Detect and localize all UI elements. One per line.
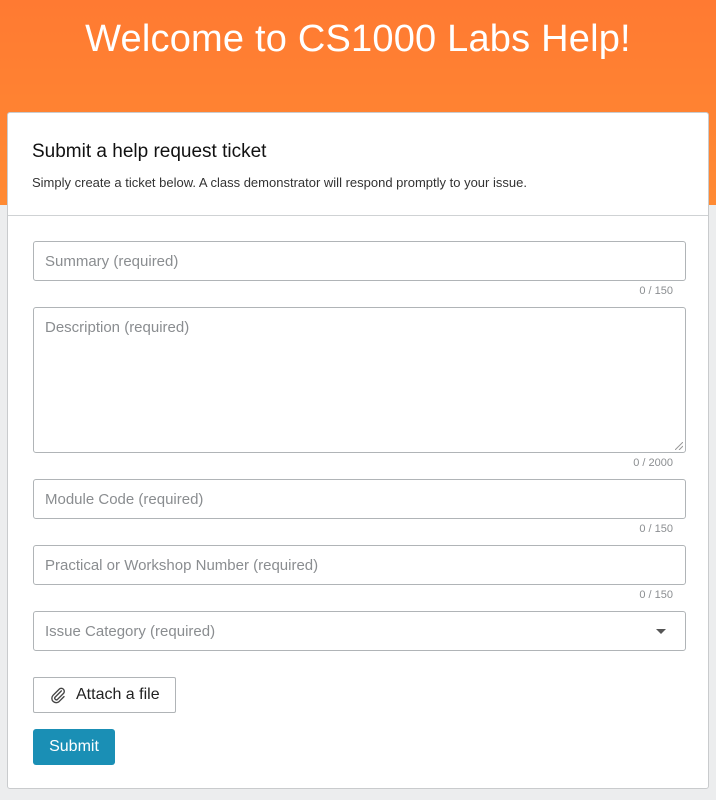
practical-number-placeholder: Practical or Workshop Number (required): [45, 557, 319, 574]
module-code-input[interactable]: Module Code (required): [33, 479, 686, 519]
ticket-form-card: Submit a help request ticket Simply crea…: [7, 112, 709, 789]
form-title: Submit a help request ticket: [32, 141, 267, 162]
page-title: Welcome to CS1000 Labs Help!: [85, 18, 631, 60]
issue-category-placeholder: Issue Category (required): [45, 623, 216, 640]
attach-file-label: Attach a file: [76, 686, 160, 703]
description-char-counter: 0 / 2000: [633, 457, 673, 469]
summary-placeholder: Summary (required): [45, 253, 179, 270]
description-placeholder: Description (required): [45, 319, 190, 336]
form-subtitle: Simply create a ticket below. A class de…: [32, 175, 527, 190]
resize-handle-icon[interactable]: [675, 442, 683, 450]
module-code-char-counter: 0 / 150: [639, 523, 673, 535]
submit-label: Submit: [49, 738, 99, 755]
summary-input[interactable]: Summary (required): [33, 241, 686, 281]
submit-button[interactable]: Submit: [33, 729, 115, 765]
summary-char-counter: 0 / 150: [639, 285, 673, 297]
module-code-placeholder: Module Code (required): [45, 491, 204, 508]
caret-down-icon: [656, 629, 666, 634]
paperclip-icon: [51, 687, 65, 704]
card-header: Submit a help request ticket Simply crea…: [8, 113, 708, 216]
description-textarea[interactable]: Description (required): [33, 307, 686, 453]
issue-category-select[interactable]: Issue Category (required): [33, 611, 686, 651]
attach-file-button[interactable]: Attach a file: [33, 677, 176, 713]
practical-number-char-counter: 0 / 150: [639, 589, 673, 601]
practical-number-input[interactable]: Practical or Workshop Number (required): [33, 545, 686, 585]
